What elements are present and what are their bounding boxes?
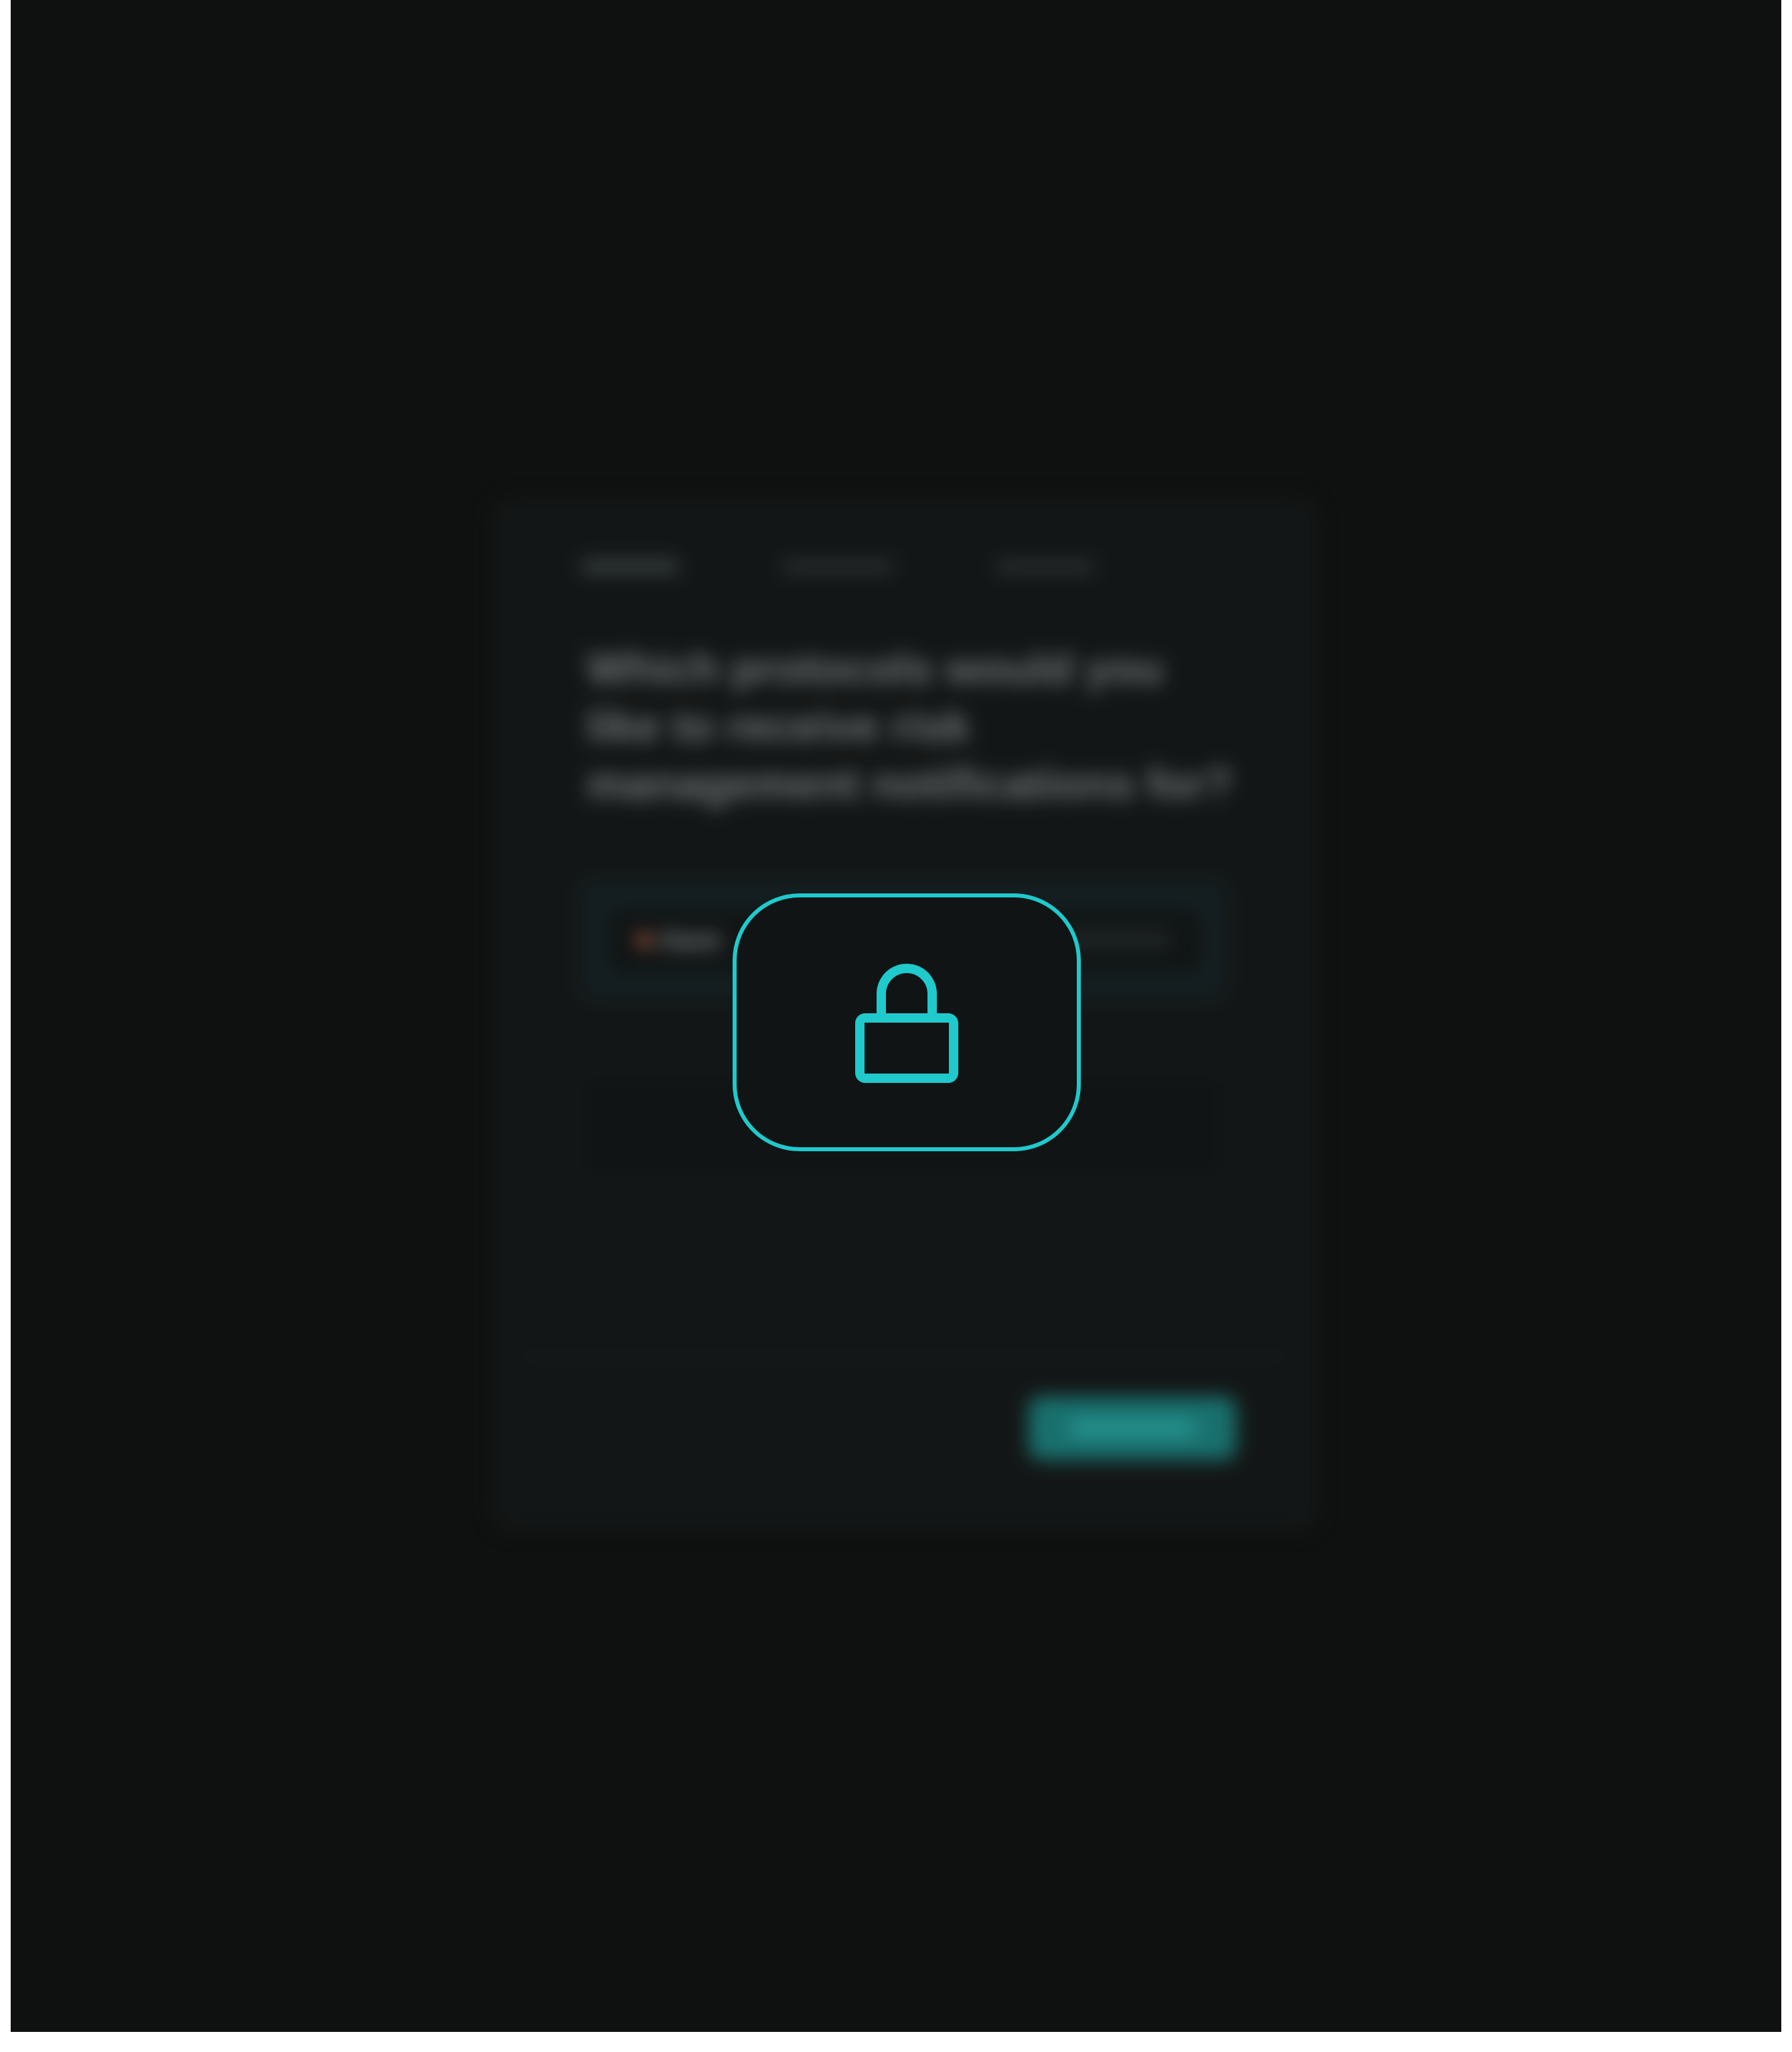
step-indicator	[580, 559, 1096, 574]
lock-icon	[855, 963, 958, 1083]
screen: Which protocols would you like to receiv…	[11, 0, 1781, 2032]
continue-button-label	[1069, 1419, 1196, 1437]
step-3	[995, 559, 1096, 574]
protocol-logo-icon	[637, 933, 652, 948]
continue-button[interactable]	[1029, 1396, 1236, 1460]
selected-protocol-label: Aave	[660, 926, 721, 954]
lock-badge	[733, 893, 1081, 1151]
selected-protocol-chip[interactable]: Aave	[637, 926, 721, 954]
question-heading: Which protocols would you like to receiv…	[587, 644, 1233, 808]
footer-divider	[520, 1356, 1290, 1358]
step-2	[781, 559, 895, 574]
step-1	[580, 559, 680, 574]
